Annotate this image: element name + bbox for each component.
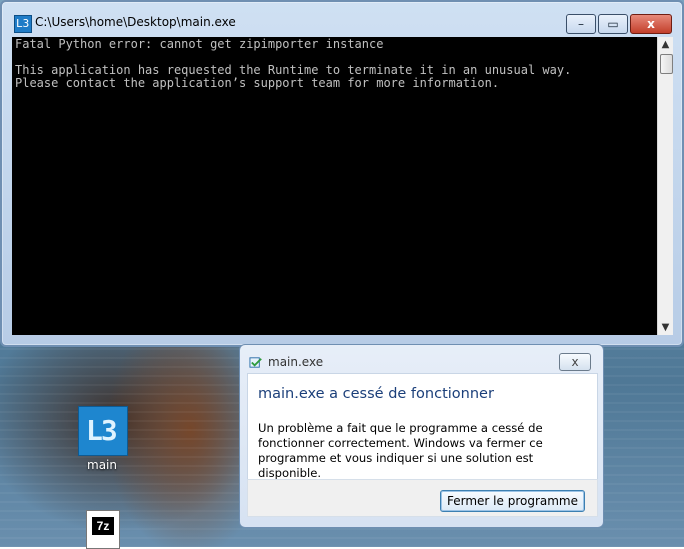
desktop-icon-main-glyph: L3 (86, 414, 118, 447)
console-window[interactable]: L3 C:\Users\home\Desktop\main.exe – ▭ x … (0, 0, 684, 347)
dialog-message: Un problème a fait que le programme a ce… (258, 421, 543, 480)
maximize-button[interactable]: ▭ (598, 14, 628, 34)
scrollbar-thumb[interactable] (660, 54, 673, 74)
console-scrollbar[interactable]: ▲ ▼ (657, 37, 673, 335)
console-titlebar[interactable]: L3 C:\Users\home\Desktop\main.exe – ▭ x (2, 2, 682, 36)
dialog-app-icon (249, 357, 262, 368)
dialog-heading: main.exe a cessé de fonctionner (258, 386, 494, 402)
close-program-button-label: Fermer le programme (447, 494, 578, 508)
console-title: C:\Users\home\Desktop\main.exe (35, 15, 236, 29)
dialog-content: main.exe a cessé de fonctionner Un probl… (247, 373, 598, 480)
close-button[interactable]: x (630, 14, 672, 34)
minimize-icon: – (578, 17, 584, 31)
scroll-down-icon[interactable]: ▼ (658, 320, 673, 335)
minimize-button[interactable]: – (566, 14, 596, 34)
maximize-icon: ▭ (607, 17, 619, 31)
console-output-area[interactable]: Fatal Python error: cannot get zipimport… (12, 37, 657, 335)
desktop-icon-main-label[interactable]: main (74, 458, 130, 472)
console-app-icon-text: L3 (16, 17, 30, 30)
dialog-close-icon: x (571, 355, 579, 369)
desktop-icon-7z[interactable]: 7z (86, 510, 120, 549)
close-program-button[interactable]: Fermer le programme (440, 490, 585, 512)
7z-file-icon: 7z (92, 517, 114, 535)
dialog-title: main.exe (268, 355, 324, 369)
window-controls: – ▭ x (566, 14, 672, 34)
error-dialog[interactable]: main.exe x main.exe a cessé de fonctionn… (239, 344, 604, 528)
desktop-icon-main[interactable]: L3 (78, 406, 128, 456)
dialog-close-button[interactable]: x (559, 353, 591, 371)
console-app-icon: L3 (14, 15, 32, 33)
console-output-text: Fatal Python error: cannot get zipimport… (15, 37, 572, 90)
close-icon: x (647, 17, 655, 31)
scroll-up-icon[interactable]: ▲ (658, 37, 673, 52)
dialog-footer: Fermer le programme (247, 479, 598, 517)
